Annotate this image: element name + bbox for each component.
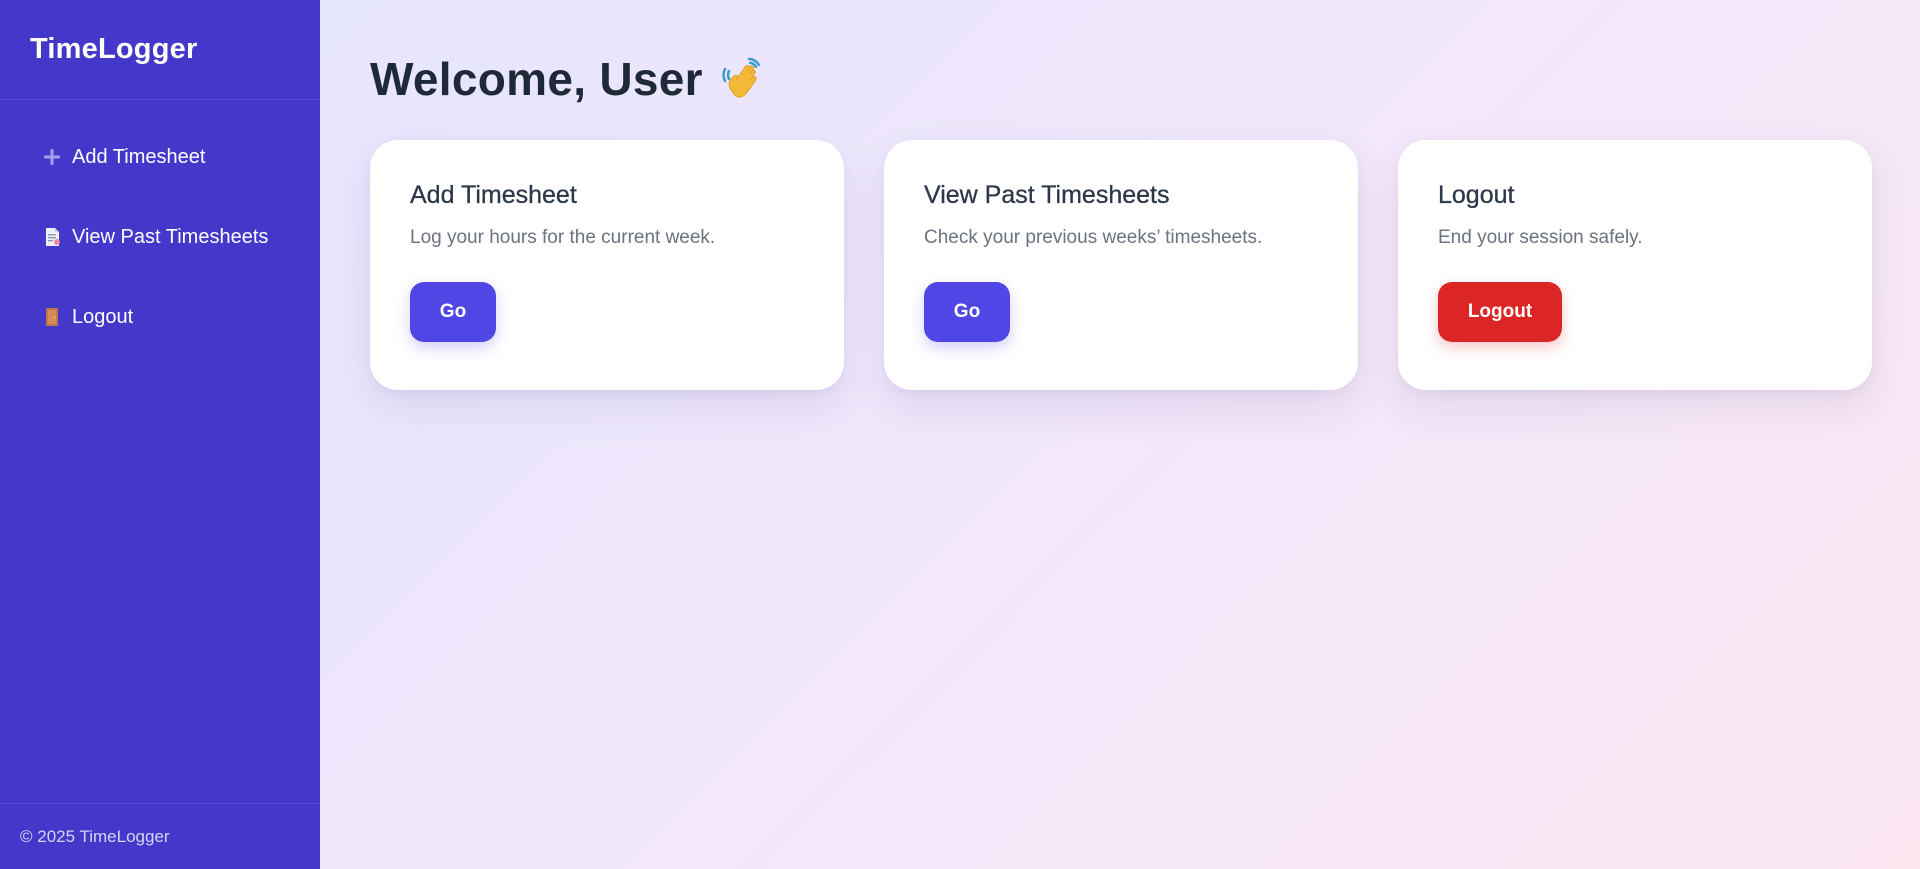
- card-title: Logout: [1438, 181, 1515, 209]
- sidebar: TimeLogger Add Timesheet View Past Times…: [0, 0, 320, 869]
- plus-icon: [42, 147, 62, 167]
- sidebar-item-label: Add Timesheet: [72, 145, 206, 168]
- sidebar-nav: Add Timesheet View Past Timesheets Logou…: [0, 100, 320, 803]
- card-add-timesheet: Add Timesheet Log your hours for the cur…: [370, 140, 844, 390]
- sidebar-item-label: View Past Timesheets: [72, 225, 269, 248]
- action-cards: Add Timesheet Log your hours for the cur…: [370, 140, 1872, 390]
- page-title: Welcome, User: [370, 50, 1872, 108]
- sidebar-item-label: Logout: [72, 305, 134, 328]
- door-icon: [42, 307, 62, 327]
- page-title-text: Welcome, User: [370, 53, 703, 105]
- main-content: Welcome, User Add Timesheet Log your hou…: [320, 0, 1920, 869]
- logout-button[interactable]: Logout: [1438, 282, 1562, 342]
- sidebar-item-view-past-timesheets[interactable]: View Past Timesheets: [0, 197, 320, 277]
- card-title: View Past Timesheets: [924, 181, 1170, 209]
- go-view-past-timesheets-button[interactable]: Go: [924, 282, 1010, 342]
- card-description: Log your hours for the current week.: [410, 227, 716, 248]
- brand-logo[interactable]: TimeLogger: [0, 0, 320, 100]
- go-add-timesheet-button[interactable]: Go: [410, 282, 496, 342]
- sidebar-footer: © 2025 TimeLogger: [0, 803, 320, 869]
- document-icon: [42, 227, 62, 247]
- card-logout: Logout End your session safely. Logout: [1398, 140, 1872, 390]
- sidebar-item-add-timesheet[interactable]: Add Timesheet: [0, 117, 320, 197]
- card-view-past-timesheets: View Past Timesheets Check your previous…: [884, 140, 1358, 390]
- waving-hand-icon: [719, 55, 767, 103]
- card-title: Add Timesheet: [410, 181, 577, 209]
- sidebar-item-logout[interactable]: Logout: [0, 277, 320, 357]
- card-description: Check your previous weeks’ timesheets.: [924, 227, 1263, 248]
- card-description: End your session safely.: [1438, 227, 1643, 248]
